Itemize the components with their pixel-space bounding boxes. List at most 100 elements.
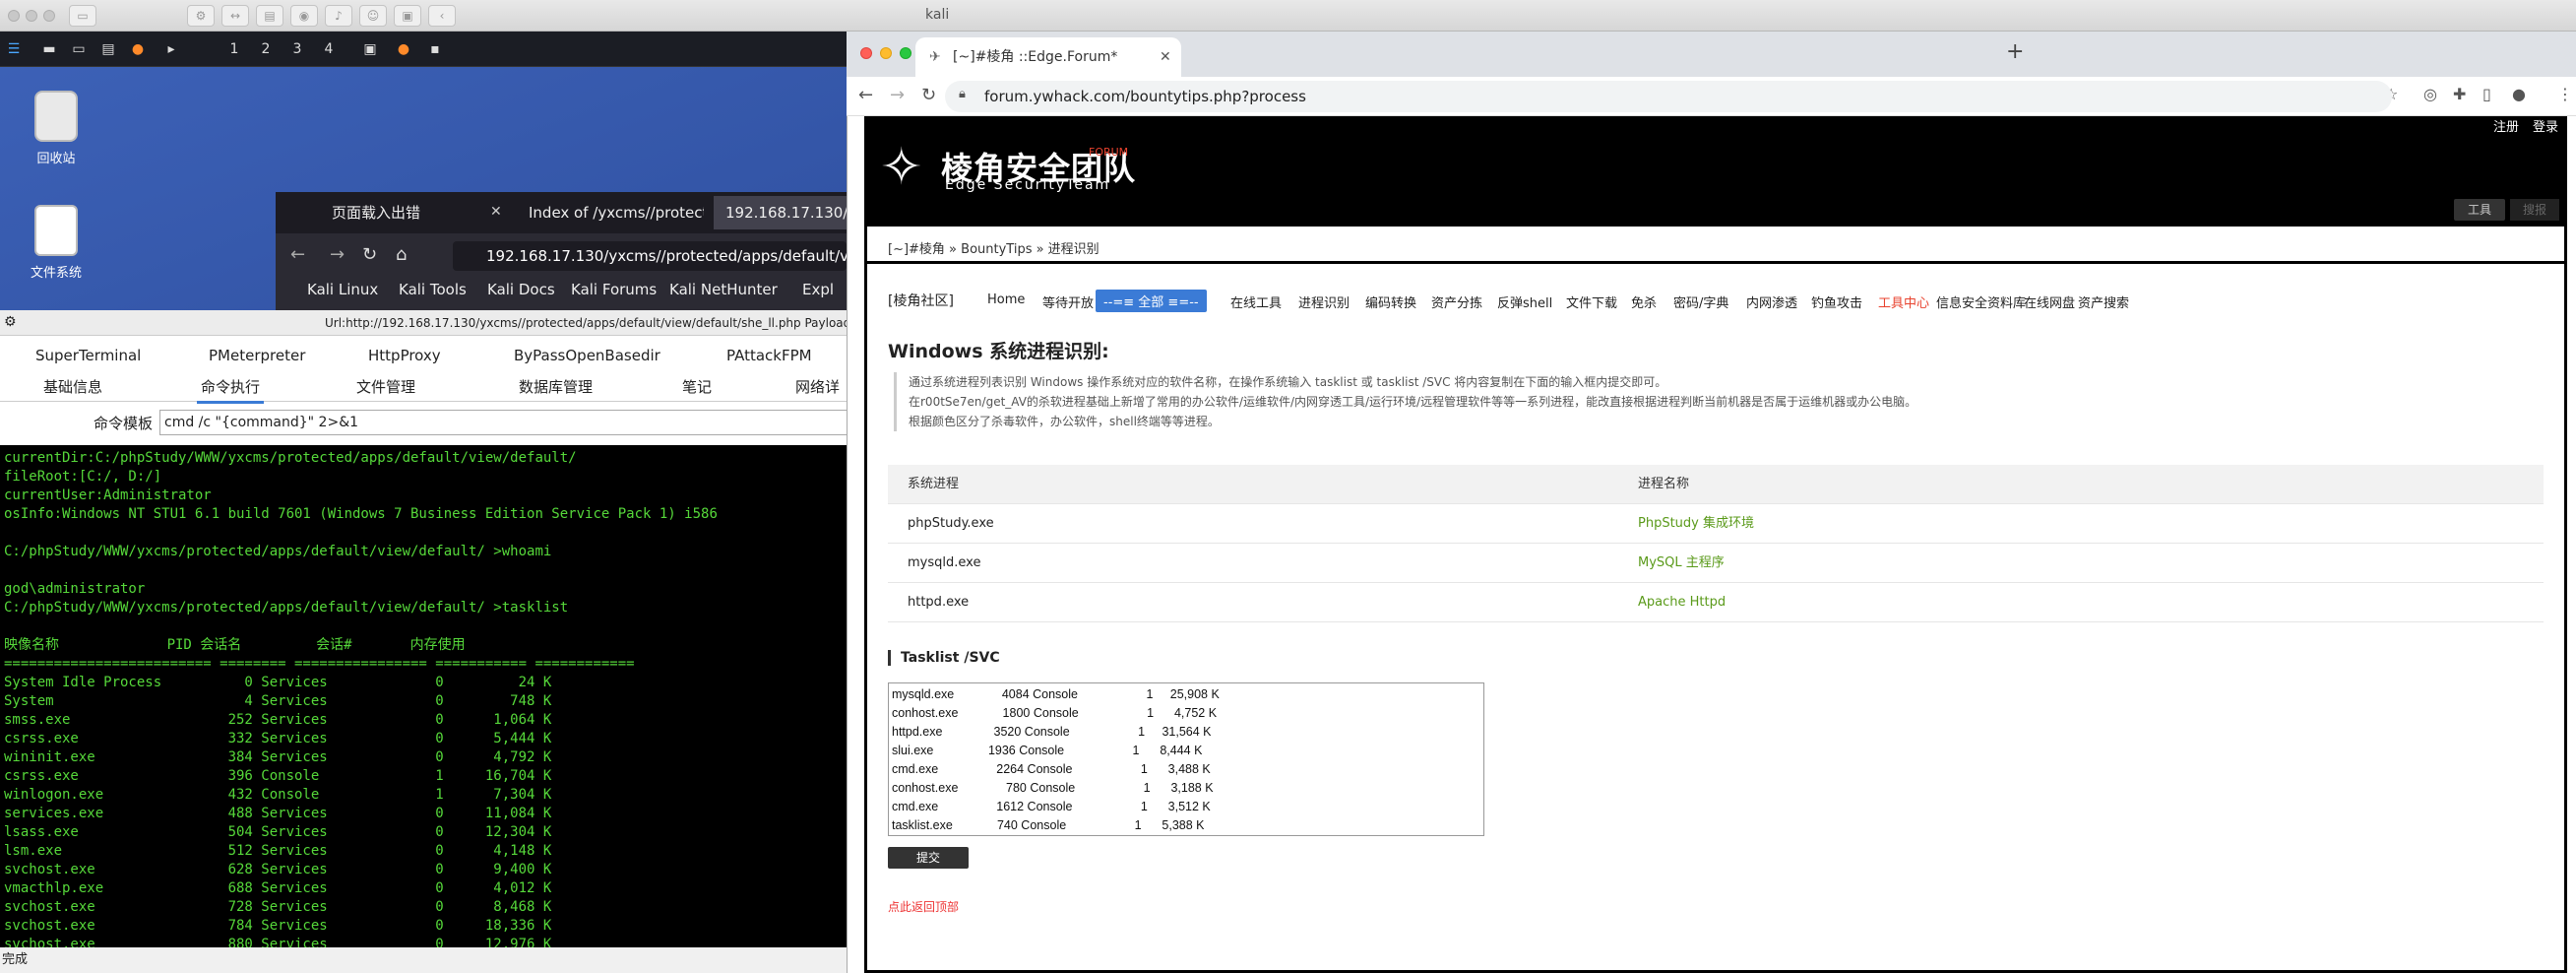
chrome-address-bar[interactable]: forum.ywhack.com/bountytips.php?process [945, 81, 2392, 112]
nav-waiting[interactable]: 等待开放 [1042, 292, 1094, 311]
firefox-icon[interactable]: ● [124, 37, 152, 61]
back-icon[interactable]: ← [290, 244, 305, 265]
forward-icon[interactable]: → [890, 85, 905, 105]
tab-database[interactable]: 数据库管理 [519, 376, 593, 397]
text-editor-icon[interactable]: ▤ [94, 37, 122, 61]
nav-netdisk[interactable]: 在线网盘 [2024, 292, 2075, 311]
nav-brand[interactable]: [棱角社区] [888, 291, 954, 310]
search-button[interactable]: 搜报 [2510, 199, 2559, 221]
nav-phishing[interactable]: 钓鱼攻击 [1811, 292, 1862, 311]
firefox-tab-3[interactable]: 192.168.17.130/yxcm [714, 196, 847, 229]
kali-menu-icon[interactable]: ☰ [0, 37, 28, 61]
vm-lock-icon[interactable]: ▣ [394, 5, 421, 27]
vm-sound-icon[interactable]: ♪ [325, 5, 352, 27]
vm-wrench-icon[interactable]: ⚙ [187, 5, 215, 27]
chrome-zoom-button[interactable] [900, 47, 911, 59]
menu-icon[interactable]: ⋮ [2557, 85, 2573, 103]
chrome-minimize-button[interactable] [880, 47, 892, 59]
extension-circle-icon[interactable]: ◎ [2423, 85, 2437, 103]
vm-arrows-icon[interactable]: ↔ [221, 5, 249, 27]
bookmark-kali-docs[interactable]: Kali Docs [487, 281, 555, 298]
chrome-active-tab[interactable]: [~]#棱角 ::Edge.Forum* ✈ ✕ [915, 37, 1181, 77]
command-terminal-output[interactable]: currentDir:C:/phpStudy/WWW/yxcms/protect… [0, 445, 847, 947]
tab-superterminal[interactable]: SuperTerminal [35, 347, 141, 364]
close-icon[interactable]: ✕ [1160, 37, 1171, 77]
vm-user-icon[interactable]: ☺ [359, 5, 387, 27]
mac-window-titlebar: ▭ ⚙ ↔ ▤ ◉ ♪ ☺ ▣ ‹ kali [0, 0, 2576, 32]
submit-button[interactable]: 提交 [888, 847, 969, 869]
firefox-tab-2[interactable]: Index of /yxcms//protecte [517, 196, 704, 229]
breadcrumb[interactable]: [~]#棱角 » BountyTips » 进程识别 [888, 238, 1100, 257]
tools-dropdown[interactable]: 工具 [2454, 199, 2505, 221]
firefox-url-bar[interactable]: 192.168.17.130/yxcms//protected/apps/def… [453, 241, 847, 271]
nav-process-id[interactable]: 进程识别 [1298, 292, 1350, 311]
nav-infosec-library[interactable]: 信息安全资料库 [1936, 292, 2026, 311]
cmd-template-input[interactable]: cmd /c "{command}" 2>&1 [159, 410, 848, 435]
nav-asset-sort[interactable]: 资产分拣 [1431, 292, 1482, 311]
nav-av-evasion[interactable]: 免杀 [1631, 292, 1657, 311]
firefox-window-icon[interactable]: ● [390, 37, 417, 61]
forward-icon[interactable]: → [330, 244, 345, 265]
back-to-top-link[interactable]: 点此返回顶部 [888, 898, 959, 915]
sidepanel-icon[interactable]: ▯ [2482, 85, 2491, 103]
vm-toolbar-icon[interactable]: ▭ [69, 5, 96, 27]
close-icon[interactable]: ✕ [490, 204, 502, 220]
firefox-tab-1[interactable]: 页面载入出错 [320, 196, 517, 229]
tab-network[interactable]: 网络详 [795, 376, 840, 397]
tab-bypassopenbasedir[interactable]: ByPassOpenBasedir [514, 347, 660, 364]
desktop-icon[interactable]: ▬ [35, 37, 63, 61]
profile-icon[interactable]: ● [2512, 85, 2526, 103]
workspace-1[interactable]: 1 [220, 37, 248, 61]
vm-camera-icon[interactable]: ◉ [290, 5, 318, 27]
tab-pmeterpreter[interactable]: PMeterpreter [209, 347, 305, 364]
desc-line: 在r00tSe7en/get_AV的杀软进程基础上新增了常用的办公软件/运维软件… [909, 395, 1917, 409]
bookmark-kali-tools[interactable]: Kali Tools [399, 281, 467, 298]
vm-printer-icon[interactable]: ▤ [256, 5, 283, 27]
breadcrumb-bar: [~]#棱角 » BountyTips » 进程识别 [864, 230, 2567, 264]
tasklist-textarea[interactable]: mysqld.exe 4084 Console 1 25,908 K conho… [888, 682, 1484, 836]
files-icon[interactable]: ▭ [65, 37, 93, 61]
app-window-icon[interactable]: ▣ [356, 37, 384, 61]
nav-asset-search[interactable]: 资产搜索 [2078, 292, 2129, 311]
reload-icon[interactable]: ↻ [362, 244, 377, 265]
vm-back-icon[interactable]: ‹ [428, 5, 456, 27]
workspace-3[interactable]: 3 [283, 37, 311, 61]
bookmark-kali-nethunter[interactable]: Kali NetHunter [669, 281, 778, 298]
nav-tool-center[interactable]: 工具中心 [1878, 292, 1929, 311]
nav-reverse-shell[interactable]: 反弹shell [1497, 292, 1552, 311]
back-icon[interactable]: ← [858, 85, 873, 105]
chrome-close-button[interactable] [860, 47, 872, 59]
tab-pattackfpm[interactable]: PAttackFPM [726, 347, 812, 364]
mac-zoom-button[interactable] [43, 10, 55, 22]
nav-all-dropdown[interactable]: --=≡ 全部 ≡=-- [1096, 290, 1207, 312]
home-icon[interactable]: ⌂ [396, 244, 407, 265]
bookmark-kali-linux[interactable]: Kali Linux [307, 281, 378, 298]
terminal-window-icon[interactable]: ▪ [421, 37, 449, 61]
nav-password-dict[interactable]: 密码/字典 [1673, 292, 1728, 311]
nav-online-tools[interactable]: 在线工具 [1230, 292, 1282, 311]
bookmark-kali-forums[interactable]: Kali Forums [571, 281, 657, 298]
new-tab-icon[interactable]: + [2006, 39, 2024, 64]
tab-notes[interactable]: 笔记 [682, 376, 712, 397]
tab-file-manager[interactable]: 文件管理 [356, 376, 415, 397]
nav-encoding[interactable]: 编码转换 [1365, 292, 1416, 311]
tool-tabs-row2: 基础信息 命令执行 文件管理 数据库管理 笔记 网络详 [0, 372, 847, 404]
desktop-filesystem[interactable]: 文件系统 [2, 205, 110, 281]
workspace-2[interactable]: 2 [252, 37, 280, 61]
tab-httpproxy[interactable]: HttpProxy [368, 347, 441, 364]
register-link[interactable]: 注册 [2493, 116, 2519, 135]
nav-file-download[interactable]: 文件下载 [1566, 292, 1617, 311]
tab-basic-info[interactable]: 基础信息 [43, 376, 102, 397]
terminal-icon[interactable]: ▸ [157, 37, 185, 61]
mac-close-button[interactable] [8, 10, 20, 22]
reload-icon[interactable]: ↻ [921, 85, 936, 105]
tab-command-exec[interactable]: 命令执行 [197, 376, 265, 404]
nav-intranet[interactable]: 内网渗透 [1746, 292, 1797, 311]
workspace-4[interactable]: 4 [315, 37, 343, 61]
desktop-trash[interactable]: 回收站 [2, 91, 110, 166]
extensions-icon[interactable]: ✚ [2453, 85, 2466, 103]
bookmark-expl[interactable]: Expl [802, 281, 834, 298]
login-link[interactable]: 登录 [2533, 116, 2558, 135]
mac-minimize-button[interactable] [26, 10, 37, 22]
nav-home[interactable]: Home [987, 292, 1025, 307]
